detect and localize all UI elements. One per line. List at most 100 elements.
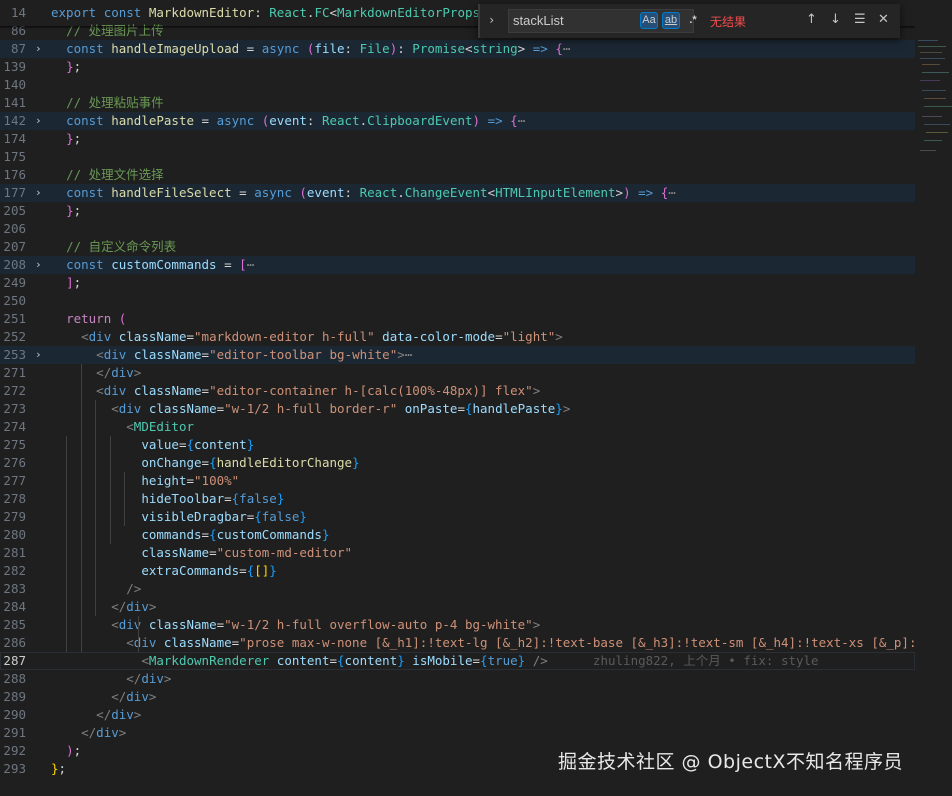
code-line[interactable]: 175 [0,148,915,166]
code-line[interactable]: 141 // 处理粘贴事件 [0,94,915,112]
code-line[interactable]: 287 <MarkdownRenderer content={content} … [0,652,915,670]
code-line[interactable]: 278 hideToolbar={false} [0,490,915,508]
code-line[interactable]: 274 <MDEditor [0,418,915,436]
line-number: 139 [3,59,26,74]
code-line[interactable]: 281 className="custom-md-editor" [0,544,915,562]
fold-chevron-icon[interactable]: › [35,112,47,130]
code-line[interactable]: 276 onChange={handleEditorChange} [0,454,915,472]
code-text[interactable] [51,148,66,166]
code-text[interactable] [51,292,66,310]
code-line[interactable]: 249 ]; [0,274,915,292]
code-text[interactable]: onChange={handleEditorChange} [51,454,359,472]
code-text[interactable]: extraCommands={[]} [51,562,277,580]
code-line[interactable]: 280 commands={customCommands} [0,526,915,544]
code-text[interactable]: <div className="w-1/2 h-full border-r" o… [51,400,570,418]
code-text[interactable]: }; [51,130,81,148]
code-line[interactable]: 272 <div className="editor-container h-[… [0,382,915,400]
code-line[interactable]: 253 › <div className="editor-toolbar bg-w… [0,346,915,364]
code-token: = [186,473,195,488]
code-line[interactable]: 251 return ( [0,310,915,328]
code-line[interactable]: 176 // 处理文件选择 [0,166,915,184]
code-text[interactable]: visibleDragbar={false} [51,508,307,526]
code-text[interactable]: <div className="editor-toolbar bg-white"… [51,346,412,364]
code-line[interactable]: 205 }; [0,202,915,220]
code-token: visibleDragbar [66,509,247,524]
code-text[interactable]: // 处理粘贴事件 [51,94,164,112]
code-line[interactable]: 207 // 自定义命令列表 [0,238,915,256]
code-text[interactable]: const handlePaste = async (event: React.… [51,112,525,130]
code-text[interactable]: ); [51,742,81,760]
code-text[interactable]: return ( [51,310,126,328]
code-line[interactable]: 279 visibleDragbar={false} [0,508,915,526]
code-line[interactable]: 271 </div> [0,364,915,382]
code-text[interactable]: <MDEditor [51,418,194,436]
find-in-selection-icon[interactable]: ☰ [854,12,866,27]
fold-chevron-icon[interactable]: › [35,184,47,202]
code-text[interactable]: // 处理图片上传 [51,22,164,40]
code-line[interactable]: 252 <div className="markdown-editor h-fu… [0,328,915,346]
code-text[interactable]: className="custom-md-editor" [51,544,352,562]
code-text[interactable]: const customCommands = [⋯ [51,256,254,274]
code-line[interactable]: 177 › const handleFileSelect = async (eve… [0,184,915,202]
code-text[interactable]: </div> [51,688,156,706]
code-line[interactable]: 277 height="100%" [0,472,915,490]
code-text[interactable]: </div> [51,706,141,724]
code-text[interactable]: <div className="markdown-editor h-full" … [51,328,563,346]
code-text[interactable]: ]; [51,274,81,292]
code-text[interactable]: const handleFileSelect = async (event: R… [51,184,676,202]
code-line[interactable]: 250 [0,292,915,310]
code-text[interactable]: </div> [51,670,171,688]
match-whole-word-button[interactable]: ab [662,12,680,29]
regex-button[interactable]: .* [684,12,702,29]
code-line[interactable]: 174 }; [0,130,915,148]
code-text[interactable]: <MarkdownRenderer content={content} isMo… [51,652,818,670]
code-line[interactable]: 140 [0,76,915,94]
code-text[interactable]: </div> [51,724,126,742]
toggle-replace-chevron-icon[interactable]: › [488,13,495,27]
code-line[interactable]: 288 </div> [0,670,915,688]
code-text[interactable]: // 处理文件选择 [51,166,164,184]
code-text[interactable]: // 自定义命令列表 [51,238,176,256]
code-text[interactable]: }; [51,58,81,76]
code-text[interactable] [51,76,66,94]
code-line[interactable]: 139 }; [0,58,915,76]
code-text[interactable] [51,220,66,238]
code-line[interactable]: 284 </div> [0,598,915,616]
code-token: "custom-md-editor" [216,545,353,560]
code-line[interactable]: 273 <div className="w-1/2 h-full border-… [0,400,915,418]
fold-chevron-icon[interactable]: › [35,40,47,58]
code-text[interactable]: const handleImageUpload = async (file: F… [51,40,570,58]
code-text[interactable]: height="100%" [51,472,239,490]
code-text[interactable]: <div className="w-1/2 h-full overflow-au… [51,616,540,634]
code-line[interactable]: 275 value={content} [0,436,915,454]
code-line[interactable]: 291 </div> [0,724,915,742]
minimap[interactable] [915,0,952,796]
close-icon[interactable]: ✕ [878,12,889,27]
code-token: ⋯ [562,41,571,56]
code-line[interactable]: 282 extraCommands={[]} [0,562,915,580]
code-text[interactable]: }; [51,760,66,778]
code-text[interactable]: }; [51,202,81,220]
match-case-button[interactable]: Aa [640,12,658,29]
code-line[interactable]: 206 [0,220,915,238]
code-line[interactable]: 283 /> [0,580,915,598]
code-text[interactable]: export const MarkdownEditor: React.FC<Ma… [51,4,503,22]
previous-match-arrow-up-icon[interactable]: ↑ [806,12,817,27]
fold-chevron-icon[interactable]: › [35,256,47,274]
code-line[interactable]: 289 </div> [0,688,915,706]
code-text[interactable]: hideToolbar={false} [51,490,284,508]
next-match-arrow-down-icon[interactable]: ↓ [830,12,841,27]
code-text[interactable]: /> [51,580,141,598]
fold-chevron-icon[interactable]: › [35,346,47,364]
code-editor[interactable]: 14 export const MarkdownEditor: React.FC<… [0,0,952,796]
code-line[interactable]: 87 › const handleImageUpload = async (fil… [0,40,915,58]
code-line[interactable]: 290 </div> [0,706,915,724]
code-text[interactable]: commands={customCommands} [51,526,329,544]
code-text[interactable]: <div className="prose max-w-none [&_h1]:… [51,634,946,652]
code-line[interactable]: 142 › const handlePaste = async (event: R… [0,112,915,130]
code-line[interactable]: 208 › const customCommands = [⋯ [0,256,915,274]
code-text[interactable]: </div> [51,364,141,382]
code-token: const [66,257,112,272]
code-text[interactable]: <div className="editor-container h-[calc… [51,382,540,400]
